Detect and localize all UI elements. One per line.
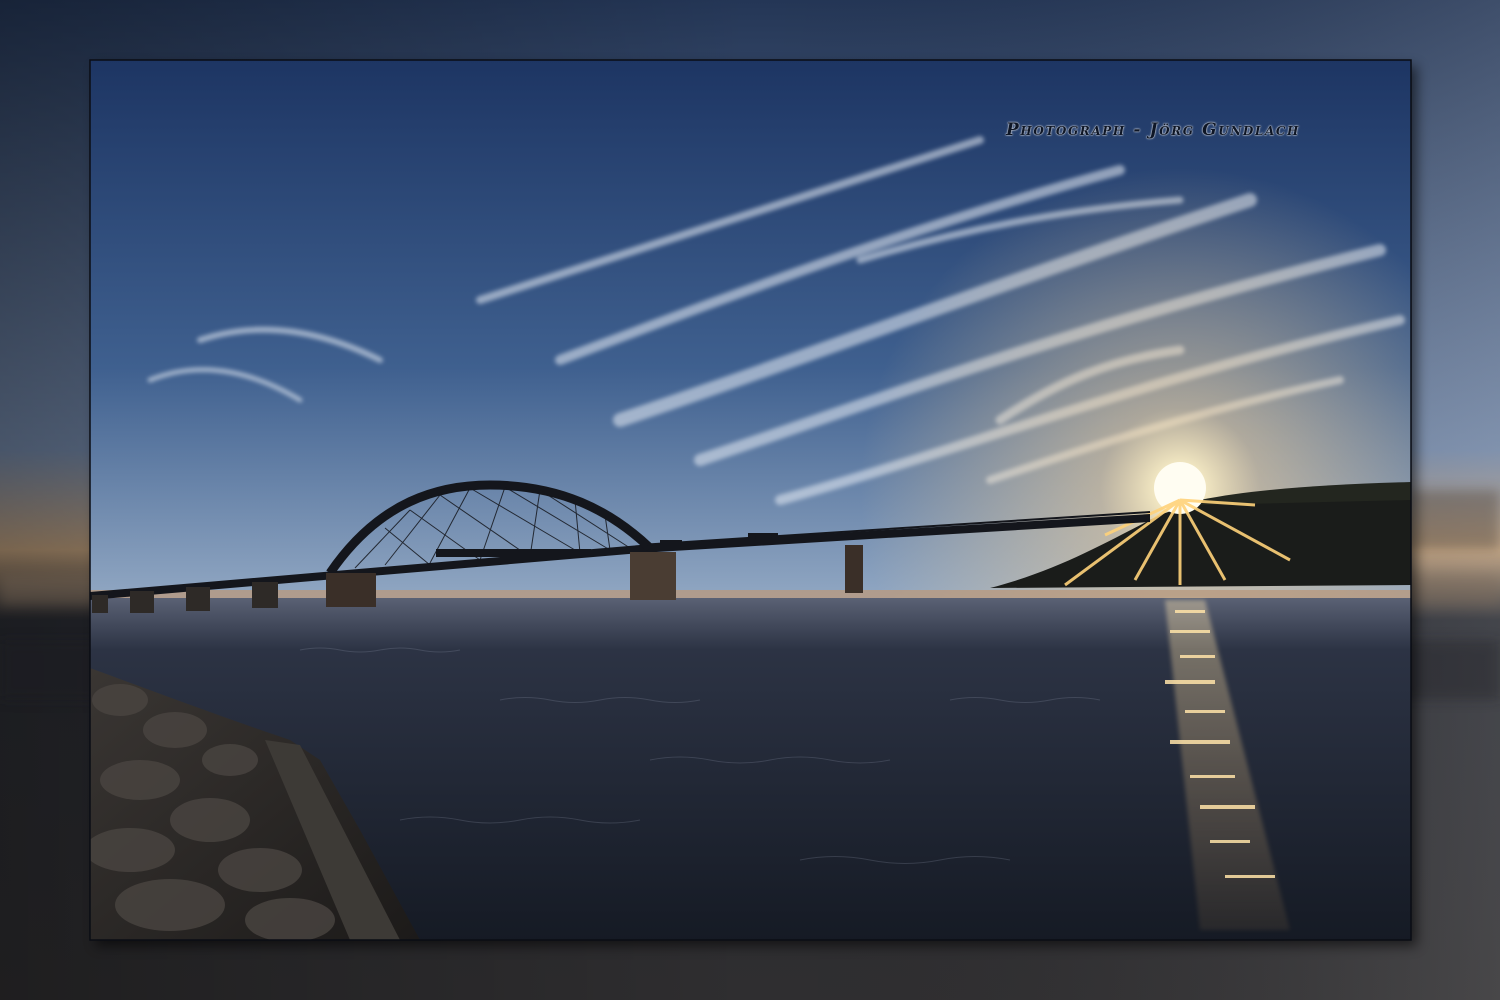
photo-scene bbox=[0, 0, 1500, 1000]
photographer-watermark: Photograph - Jörg Gundlach bbox=[1006, 120, 1300, 140]
